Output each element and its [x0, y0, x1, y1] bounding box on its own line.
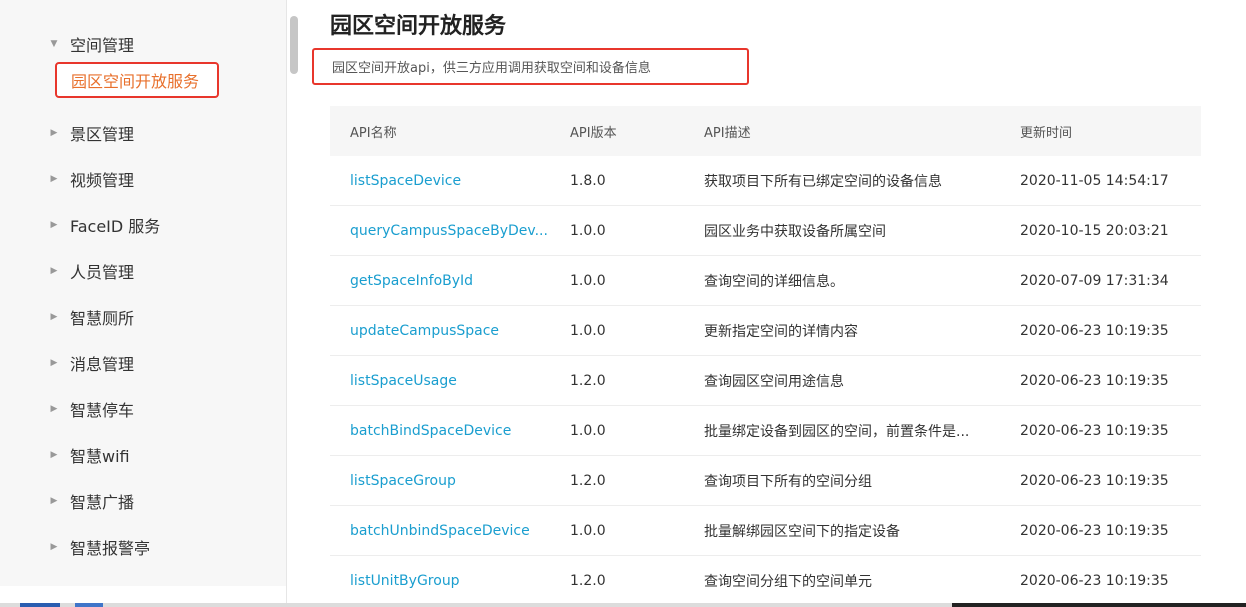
sidebar-scrollbar[interactable] [290, 16, 298, 74]
sidebar-item-label: 视频管理 [70, 171, 135, 190]
api-version: 1.2.0 [570, 372, 606, 389]
api-description: 批量解绑园区空间下的指定设备 [704, 523, 900, 540]
sidebar-item-label: 空间管理 [70, 36, 135, 55]
sidebar-item-campus-space-open-service[interactable]: 园区空间开放服务 [55, 62, 219, 98]
table-row: getSpaceInfoById 1.0.0 查询空间的详细信息。 2020-0… [330, 256, 1201, 306]
api-description: 更新指定空间的详情内容 [704, 323, 858, 340]
page-title: 园区空间开放服务 [330, 14, 507, 39]
api-description: 园区业务中获取设备所属空间 [704, 223, 886, 240]
sidebar-item-label: 消息管理 [70, 355, 135, 374]
caret-right-icon: ▶ [50, 312, 58, 322]
sidebar-item-label: 智慧报警亭 [70, 539, 151, 558]
column-header-api-version: API版本 [570, 125, 617, 141]
api-name-link[interactable]: updateCampusSpace [330, 323, 570, 339]
api-description: 获取项目下所有已绑定空间的设备信息 [704, 173, 942, 190]
table-row: batchUnbindSpaceDevice 1.0.0 批量解绑园区空间下的指… [330, 506, 1201, 556]
taskbar-app-indicator [20, 603, 60, 607]
api-description: 批量绑定设备到园区的空间，前置条件是... [704, 423, 970, 440]
caret-right-icon: ▶ [50, 266, 58, 276]
sidebar-item-label: 园区空间开放服务 [71, 72, 200, 91]
api-version: 1.2.0 [570, 572, 606, 589]
table-row: listSpaceGroup 1.2.0 查询项目下所有的空间分组 2020-0… [330, 456, 1201, 506]
caret-right-icon: ▶ [50, 496, 58, 506]
api-version: 1.0.0 [570, 422, 606, 439]
api-name-link[interactable]: batchBindSpaceDevice [330, 423, 570, 439]
updated-time: 2020-06-23 10:19:35 [1020, 422, 1169, 439]
sidebar-item-smart-toilet[interactable]: ▶ 智慧厕所 [50, 305, 134, 329]
updated-time: 2020-06-23 10:19:35 [1020, 372, 1169, 389]
sidebar-item-space-management[interactable]: ▼ 空间管理 [50, 32, 134, 56]
api-name-link[interactable]: batchUnbindSpaceDevice [330, 523, 570, 539]
sidebar-item-personnel-management[interactable]: ▶ 人员管理 [50, 259, 134, 283]
api-description: 查询空间分组下的空间单元 [704, 573, 872, 590]
api-version: 1.0.0 [570, 222, 606, 239]
sidebar-item-smart-wifi[interactable]: ▶ 智慧wifi [50, 443, 130, 467]
api-name-link[interactable]: listUnitByGroup [330, 573, 570, 589]
sidebar-item-label: 智慧停车 [70, 401, 135, 420]
sidebar-item-message-management[interactable]: ▶ 消息管理 [50, 351, 134, 375]
api-version: 1.8.0 [570, 172, 606, 189]
api-name-link[interactable]: getSpaceInfoById [330, 273, 570, 289]
api-version: 1.0.0 [570, 322, 606, 339]
taskbar-tray [952, 603, 1246, 607]
sidebar-item-smart-alarm-kiosk[interactable]: ▶ 智慧报警亭 [50, 535, 150, 559]
updated-time: 2020-11-05 14:54:17 [1020, 172, 1169, 189]
sidebar-item-label: 人员管理 [70, 263, 135, 282]
sidebar-item-faceid-service[interactable]: ▶ FaceID 服务 [50, 213, 161, 237]
api-version: 1.0.0 [570, 522, 606, 539]
caret-down-icon: ▼ [50, 39, 58, 49]
sidebar-item-label: 智慧厕所 [70, 309, 135, 328]
api-name-link[interactable]: listSpaceGroup [330, 473, 570, 489]
sidebar-item-label: FaceID 服务 [70, 217, 161, 236]
api-name-link[interactable]: queryCampusSpaceByDev... [330, 223, 570, 239]
column-header-api-description: API描述 [704, 125, 751, 141]
updated-time: 2020-10-15 20:03:21 [1020, 222, 1169, 239]
table-header: API名称 API版本 API描述 更新时间 [330, 106, 1201, 156]
sidebar-item-video-management[interactable]: ▶ 视频管理 [50, 167, 134, 191]
sidebar-item-scenic-management[interactable]: ▶ 景区管理 [50, 121, 134, 145]
caret-right-icon: ▶ [50, 542, 58, 552]
api-name-link[interactable]: listSpaceUsage [330, 373, 570, 389]
column-header-api-name: API名称 [350, 125, 397, 141]
taskbar-app-indicator [75, 603, 103, 607]
updated-time: 2020-07-09 17:31:34 [1020, 272, 1169, 289]
sidebar-item-label: 智慧wifi [70, 447, 130, 466]
sidebar: ▼ 空间管理 园区空间开放服务 ▶ 景区管理 ▶ 视频管理 ▶ FaceID 服… [0, 0, 286, 586]
caret-right-icon: ▶ [50, 128, 58, 138]
updated-time: 2020-06-23 10:19:35 [1020, 322, 1169, 339]
api-description: 查询空间的详细信息。 [704, 273, 844, 290]
api-description: 查询项目下所有的空间分组 [704, 473, 872, 490]
api-version: 1.2.0 [570, 472, 606, 489]
sidebar-item-label: 景区管理 [70, 125, 135, 144]
caret-right-icon: ▶ [50, 450, 58, 460]
updated-time: 2020-06-23 10:19:35 [1020, 472, 1169, 489]
table-row: listSpaceUsage 1.2.0 查询园区空间用途信息 2020-06-… [330, 356, 1201, 406]
table-row: updateCampusSpace 1.0.0 更新指定空间的详情内容 2020… [330, 306, 1201, 356]
caret-right-icon: ▶ [50, 404, 58, 414]
sidebar-divider [286, 0, 301, 607]
updated-time: 2020-06-23 10:19:35 [1020, 572, 1169, 589]
table-row: batchBindSpaceDevice 1.0.0 批量绑定设备到园区的空间，… [330, 406, 1201, 456]
main-content: 园区空间开放服务 园区空间开放api，供三方应用调用获取空间和设备信息 API名… [312, 0, 1246, 607]
sidebar-item-smart-broadcast[interactable]: ▶ 智慧广播 [50, 489, 134, 513]
api-name-link[interactable]: listSpaceDevice [330, 173, 570, 189]
caret-right-icon: ▶ [50, 358, 58, 368]
caret-right-icon: ▶ [50, 174, 58, 184]
table-row: queryCampusSpaceByDev... 1.0.0 园区业务中获取设备… [330, 206, 1201, 256]
api-version: 1.0.0 [570, 272, 606, 289]
table-row: listSpaceDevice 1.8.0 获取项目下所有已绑定空间的设备信息 … [330, 156, 1201, 206]
sidebar-item-smart-parking[interactable]: ▶ 智慧停车 [50, 397, 134, 421]
page-description: 园区空间开放api，供三方应用调用获取空间和设备信息 [312, 48, 749, 85]
column-header-updated-time: 更新时间 [1020, 125, 1073, 141]
api-table: API名称 API版本 API描述 更新时间 listSpaceDevice 1… [330, 106, 1201, 606]
caret-right-icon: ▶ [50, 220, 58, 230]
api-description: 查询园区空间用途信息 [704, 373, 844, 390]
table-row: listUnitByGroup 1.2.0 查询空间分组下的空间单元 2020-… [330, 556, 1201, 606]
sidebar-item-label: 智慧广播 [70, 493, 135, 512]
updated-time: 2020-06-23 10:19:35 [1020, 522, 1169, 539]
